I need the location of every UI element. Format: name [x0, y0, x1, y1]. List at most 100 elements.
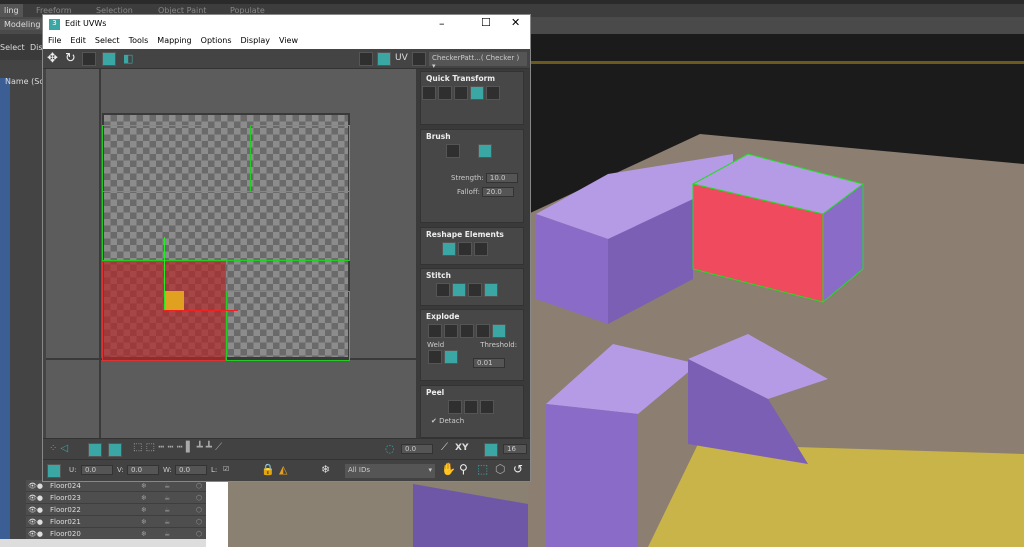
menu-tools[interactable]: Tools [129, 36, 149, 45]
uv-label[interactable]: UV [395, 53, 408, 63]
uv-editor-canvas[interactable] [46, 69, 416, 438]
paint-move-icon[interactable] [446, 144, 460, 158]
relax-settings-icon[interactable] [474, 242, 488, 256]
flatten-material-icon[interactable] [492, 324, 506, 338]
face-mode-icon[interactable] [88, 443, 102, 457]
section-title[interactable]: Peel [421, 386, 523, 399]
gizmo-x-axis[interactable] [164, 310, 238, 311]
flatten-smoothing-icon[interactable] [476, 324, 490, 338]
u-field[interactable]: 0.0 [81, 465, 113, 475]
relax-brush-icon[interactable] [477, 144, 492, 158]
v-field[interactable]: 0.0 [127, 465, 159, 475]
zoom-icon[interactable]: ⚲ [459, 462, 468, 476]
teapot-icon[interactable]: ☕ [164, 504, 170, 516]
texture-dropdown[interactable]: CheckerPatt...( Checker ) ▾ [429, 52, 527, 70]
align-icon[interactable] [422, 86, 436, 100]
align-h-icon[interactable] [438, 86, 452, 100]
lock-icon[interactable]: 🔒 [261, 463, 275, 476]
flatten-angle-icon[interactable] [444, 324, 458, 338]
freeze-icon[interactable]: ❄ [141, 516, 147, 528]
eye-icon[interactable]: 👁● [28, 480, 43, 492]
zoom-extents-icon[interactable]: ⬡ [495, 462, 505, 476]
section-title[interactable]: Stitch [421, 269, 523, 282]
uv-shell[interactable] [102, 191, 350, 261]
gizmo-y-axis[interactable] [164, 237, 165, 311]
freeze-icon[interactable]: ❄ [141, 492, 147, 504]
straighten-icon[interactable] [442, 242, 456, 256]
horizontal-scrollbar[interactable] [0, 539, 206, 547]
freeze-icon[interactable]: ❄ [141, 504, 147, 516]
uv-shell[interactable] [102, 125, 202, 192]
teapot-icon[interactable]: ☕ [164, 492, 170, 504]
l-checkbox[interactable]: ☑ [223, 465, 229, 473]
move-icon[interactable]: ✥ [47, 51, 58, 66]
uv-shell[interactable] [250, 125, 350, 192]
eye-icon[interactable]: 👁● [28, 516, 43, 528]
threshold-spinner[interactable]: 0.01 [473, 358, 505, 368]
select-menu[interactable]: Select [0, 43, 25, 52]
freeze-icon[interactable]: ❄ [321, 463, 330, 476]
section-title[interactable]: Quick Transform [421, 72, 523, 85]
eye-icon[interactable]: 👁● [28, 492, 43, 504]
rotate-ccw-icon[interactable] [470, 86, 484, 100]
w-field[interactable]: 0.0 [175, 465, 207, 475]
xy-toggle[interactable]: XY [455, 443, 468, 453]
align-v-icon[interactable] [454, 86, 468, 100]
reset-peel-icon[interactable] [480, 400, 494, 414]
zoom-region-icon[interactable]: ⬚ [477, 462, 488, 476]
edge-icon[interactable]: ⟋ [441, 442, 448, 453]
quick-peel-icon[interactable] [448, 400, 462, 414]
box-icon[interactable]: ⬡ [196, 516, 202, 528]
menu-view[interactable]: View [279, 36, 298, 45]
pan-icon[interactable]: ✋ [441, 462, 456, 476]
eye-icon[interactable]: 👁● [28, 504, 43, 516]
menu-options[interactable]: Options [201, 36, 232, 45]
menu-mapping[interactable]: Mapping [157, 36, 191, 45]
menu-edit[interactable]: Edit [70, 36, 86, 45]
list-item[interactable]: 👁● Floor023 ❄ ☕ ⬡ [26, 492, 218, 504]
maximize-button[interactable]: ☐ [481, 16, 491, 29]
gizmo-center[interactable] [164, 291, 184, 311]
strength-spinner[interactable]: 10.0 [485, 173, 518, 183]
section-title[interactable]: Brush [421, 130, 523, 143]
grid-spinner[interactable]: 16 [503, 444, 527, 454]
stitch-target-icon[interactable] [484, 283, 498, 297]
grid-snap-icon[interactable] [484, 443, 498, 457]
show-map-icon[interactable] [377, 52, 391, 66]
weld-selected-icon[interactable] [444, 350, 458, 364]
spacing-icon[interactable] [486, 86, 500, 100]
modeling-button[interactable]: Modeling [0, 19, 45, 30]
menu-file[interactable]: File [48, 36, 61, 45]
vertex-edge-icons[interactable]: ⁘ ◁ [49, 443, 68, 454]
material-id-dropdown[interactable]: All IDs ▾ [345, 464, 435, 478]
menu-display[interactable]: Display [241, 36, 271, 45]
section-title[interactable]: Reshape Elements [421, 228, 523, 241]
list-item[interactable]: 👁● Floor022 ❄ ☕ ⬡ [26, 504, 218, 516]
list-item[interactable]: 👁● Floor021 ❄ ☕ ⬡ [26, 516, 218, 528]
close-button[interactable]: ✕ [511, 16, 520, 29]
filter-icon[interactable]: ◭ [279, 463, 287, 476]
box-icon[interactable]: ⬡ [196, 504, 202, 516]
absolute-mode-icon[interactable] [47, 464, 61, 478]
section-title[interactable]: Explode [421, 310, 523, 323]
minimize-button[interactable]: – [439, 17, 445, 30]
tab-modeling[interactable]: ling [0, 4, 23, 17]
uv-shell[interactable] [226, 291, 350, 361]
weld-target-icon[interactable] [428, 350, 442, 364]
scale-icon[interactable] [82, 52, 96, 66]
element-mode-icon[interactable] [108, 443, 122, 457]
freeform-icon[interactable] [102, 52, 116, 66]
mirror-icon[interactable]: ◧ [123, 52, 133, 65]
box-icon[interactable]: ⬡ [196, 492, 202, 504]
stitch-custom-icon[interactable] [436, 283, 450, 297]
flatten-polygon-icon[interactable] [460, 324, 474, 338]
menu-select[interactable]: Select [95, 36, 120, 45]
teapot-icon[interactable]: ☕ [164, 516, 170, 528]
peel-mode-icon[interactable] [464, 400, 478, 414]
soft-select-icon[interactable]: ◌ [385, 442, 395, 455]
checker-toggle-icon[interactable] [359, 52, 373, 66]
falloff-spinner[interactable]: 20.0 [482, 187, 515, 197]
stitch-average-icon[interactable] [468, 283, 482, 297]
grow-shrink-icons[interactable]: ⬚ ⬚ ┅ ┅ ┅ ▌ ┻ ┻ ⟋ [133, 442, 222, 453]
break-icon[interactable] [428, 324, 442, 338]
